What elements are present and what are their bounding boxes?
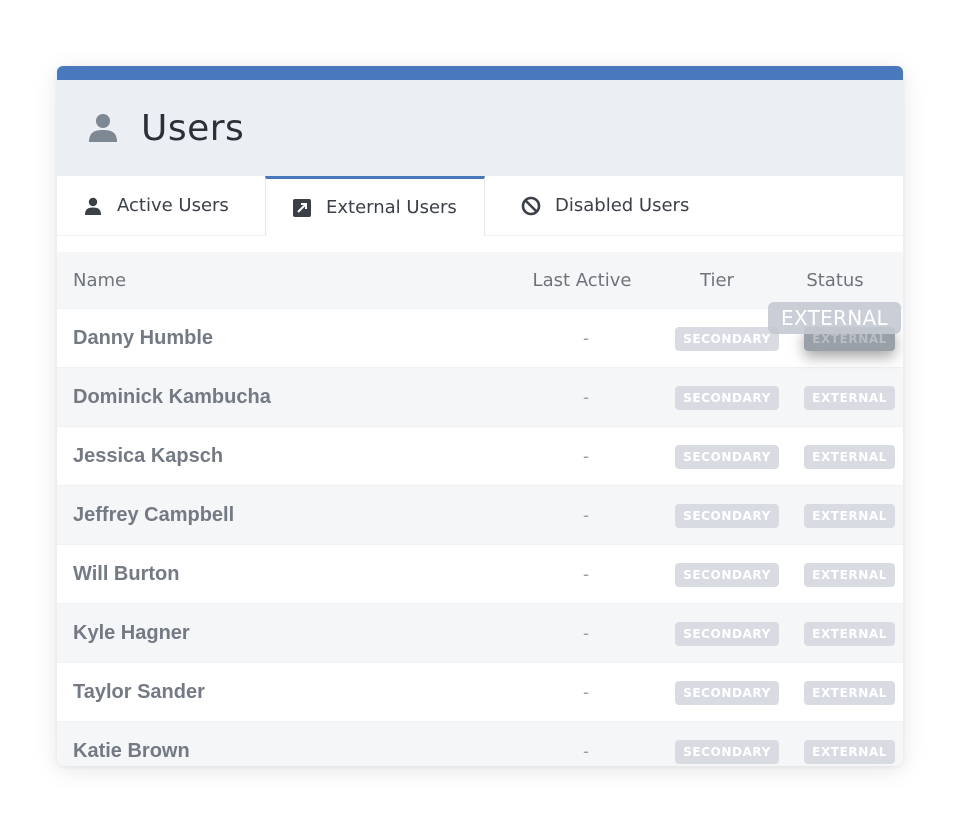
tab-external-users[interactable]: External Users bbox=[265, 176, 485, 236]
status-badge: EXTERNAL bbox=[804, 503, 895, 528]
last-active: - bbox=[583, 327, 589, 348]
status-badge: EXTERNAL bbox=[804, 444, 895, 469]
user-name: Jessica Kapsch bbox=[73, 444, 224, 467]
user-name: Katie Brown bbox=[73, 739, 190, 762]
user-name: Will Burton bbox=[73, 562, 180, 585]
tier-badge: SECONDARY bbox=[675, 621, 779, 646]
tab-label: External Users bbox=[326, 197, 457, 218]
page-header: Users bbox=[57, 80, 903, 176]
tier-badge: SECONDARY bbox=[675, 562, 779, 587]
tab-label: Active Users bbox=[117, 195, 229, 216]
last-active: - bbox=[583, 740, 589, 761]
status-cell: EXTERNAL bbox=[787, 680, 903, 705]
table-row[interactable]: Taylor Sander - SECONDARY EXTERNAL bbox=[57, 662, 903, 721]
tier-cell: SECONDARY bbox=[667, 680, 787, 705]
last-active: - bbox=[583, 504, 589, 525]
table-body: Danny Humble - SECONDARY EXTERNAL Dominick K… bbox=[57, 308, 903, 766]
ban-icon bbox=[521, 196, 541, 215]
tab-active-users[interactable]: Active Users bbox=[57, 176, 265, 236]
last-active: - bbox=[583, 386, 589, 407]
tab-bar: Active Users External Users Disabled Use… bbox=[57, 176, 903, 236]
user-name: Taylor Sander bbox=[73, 680, 205, 703]
external-link-icon bbox=[293, 198, 311, 217]
status-badge: EXTERNAL bbox=[804, 680, 895, 705]
tier-badge: SECONDARY bbox=[675, 385, 779, 410]
accent-bar bbox=[57, 66, 903, 80]
tab-disabled-users[interactable]: Disabled Users bbox=[485, 176, 903, 236]
status-badge: EXTERNAL bbox=[804, 385, 895, 410]
status-cell: EXTERNAL bbox=[787, 739, 903, 764]
table-row[interactable]: Katie Brown - SECONDARY EXTERNAL bbox=[57, 721, 903, 766]
last-active: - bbox=[583, 563, 589, 584]
tier-cell: SECONDARY bbox=[667, 562, 787, 587]
tier-cell: SECONDARY bbox=[667, 739, 787, 764]
tier-badge: SECONDARY bbox=[675, 680, 779, 705]
column-header-last-active[interactable]: Last Active bbox=[497, 270, 667, 291]
table-header: Name Last Active Tier Status bbox=[57, 252, 903, 308]
tier-cell: SECONDARY bbox=[667, 385, 787, 410]
table-row[interactable]: Kyle Hagner - SECONDARY EXTERNAL bbox=[57, 603, 903, 662]
table-row[interactable]: Dominick Kambucha - SECONDARY EXTERNAL bbox=[57, 367, 903, 426]
user-name: Jeffrey Campbell bbox=[73, 503, 235, 526]
tier-cell: SECONDARY bbox=[667, 444, 787, 469]
user-icon bbox=[85, 197, 101, 215]
column-header-name[interactable]: Name bbox=[57, 270, 497, 291]
users-panel: Users Active Users External Users Disabl… bbox=[57, 66, 903, 766]
status-cell: EXTERNAL bbox=[787, 385, 903, 410]
status-badge: EXTERNAL bbox=[804, 621, 895, 646]
tier-badge: SECONDARY bbox=[675, 739, 779, 764]
table-row[interactable]: Will Burton - SECONDARY EXTERNAL bbox=[57, 544, 903, 603]
table-row[interactable]: Jeffrey Campbell - SECONDARY EXTERNAL bbox=[57, 485, 903, 544]
tier-badge: SECONDARY bbox=[675, 326, 779, 351]
tier-cell: SECONDARY bbox=[667, 621, 787, 646]
last-active: - bbox=[583, 681, 589, 702]
page-title: Users bbox=[141, 107, 245, 149]
user-name: Kyle Hagner bbox=[73, 621, 190, 644]
status-badge: EXTERNAL bbox=[804, 739, 895, 764]
last-active: - bbox=[583, 445, 589, 466]
column-header-tier[interactable]: Tier bbox=[667, 270, 767, 291]
tier-badge: SECONDARY bbox=[675, 503, 779, 528]
column-header-status[interactable]: Status bbox=[767, 270, 903, 291]
user-name: Danny Humble bbox=[73, 326, 214, 349]
status-cell: EXTERNAL bbox=[787, 444, 903, 469]
tab-label: Disabled Users bbox=[555, 195, 690, 216]
tier-cell: SECONDARY bbox=[667, 503, 787, 528]
drag-preview-badge: EXTERNAL bbox=[768, 302, 901, 334]
status-badge: EXTERNAL bbox=[804, 562, 895, 587]
user-name: Dominick Kambucha bbox=[73, 385, 271, 408]
last-active: - bbox=[583, 622, 589, 643]
status-cell: EXTERNAL bbox=[787, 621, 903, 646]
user-icon bbox=[89, 114, 117, 142]
status-cell: EXTERNAL bbox=[787, 562, 903, 587]
tier-badge: SECONDARY bbox=[675, 444, 779, 469]
table-row[interactable]: Jessica Kapsch - SECONDARY EXTERNAL bbox=[57, 426, 903, 485]
status-cell: EXTERNAL bbox=[787, 503, 903, 528]
